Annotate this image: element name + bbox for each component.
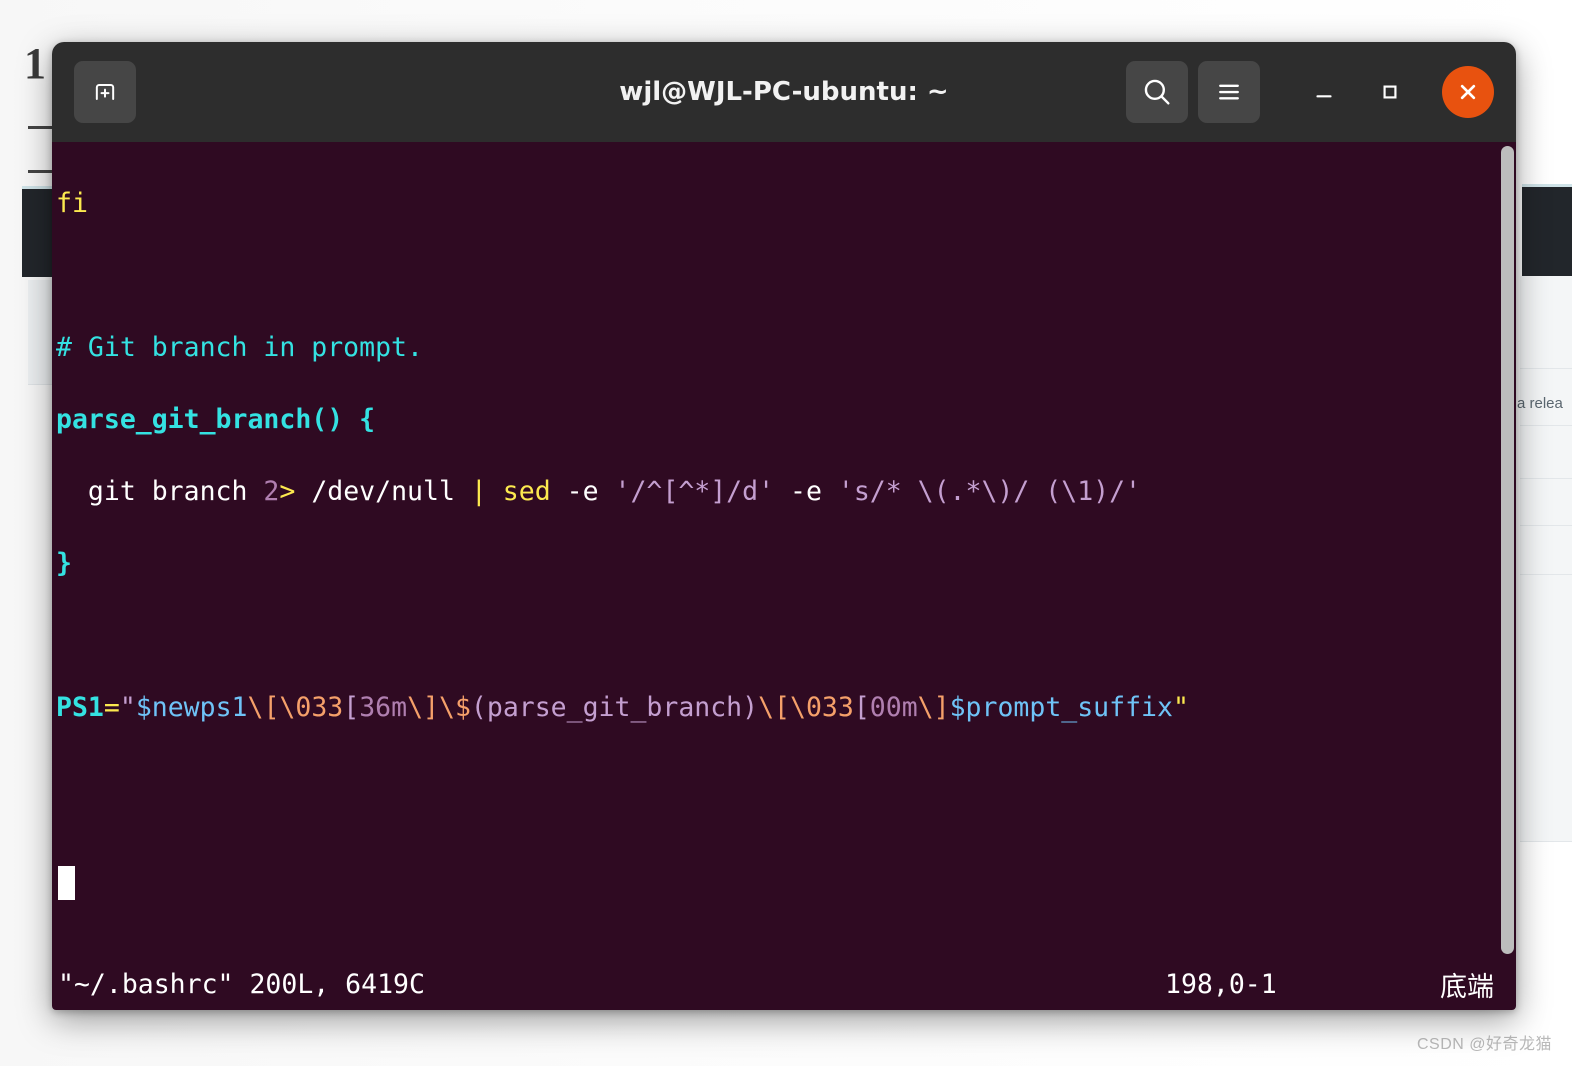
code-token: \[\033	[247, 692, 344, 723]
code-line: }	[56, 546, 1516, 582]
code-token: $newps1	[135, 692, 248, 723]
code-token: \[\033	[758, 692, 854, 723]
background-row	[1520, 426, 1572, 479]
status-cursor-position: 198,0-1	[1165, 968, 1277, 1000]
code-token: (parse_git_branch)	[470, 692, 759, 723]
code-line: fi	[56, 186, 1516, 222]
code-token: 00m	[869, 692, 918, 723]
code-token: \]	[917, 692, 950, 723]
code-token: $prompt_suffix	[949, 692, 1173, 723]
search-icon	[1144, 79, 1170, 105]
code-token: fi	[56, 188, 88, 219]
vim-status-line: "~/.bashrc" 200L, 6419C 198,0-1 底端	[52, 958, 1516, 1010]
code-token: \]\$	[407, 692, 471, 723]
code-token: [	[853, 692, 870, 723]
code-token: }	[56, 548, 72, 579]
status-scroll-indicator: 底端	[1440, 971, 1494, 1003]
maximize-button[interactable]	[1362, 64, 1418, 120]
code-token: 2	[263, 476, 280, 507]
minimize-icon	[1316, 95, 1332, 98]
code-token: "	[1172, 692, 1189, 723]
text-cursor	[58, 866, 75, 900]
close-icon	[1460, 84, 1476, 100]
background-heading-number: 1	[24, 39, 46, 88]
background-release-text: a relea	[1517, 395, 1563, 412]
code-token: sed	[502, 476, 551, 507]
window-controls	[1126, 61, 1494, 123]
minimize-button[interactable]	[1296, 64, 1352, 120]
background-dark-panel-right	[1522, 184, 1572, 279]
code-token: parse_git_branch() {	[56, 404, 376, 435]
hamburger-menu-icon	[1219, 84, 1239, 100]
background-table-rows-right	[1520, 276, 1572, 842]
background-row	[1520, 479, 1572, 526]
code-line: PS1="$newps1\[\033[36m\]\$(parse_git_bra…	[56, 690, 1516, 726]
status-filename: "~/.bashrc" 200L, 6419C	[58, 968, 425, 1000]
terminal-scrollbar[interactable]	[1499, 142, 1516, 958]
code-token: 's/* \(.*\)/ (\1)/'	[837, 476, 1142, 507]
background-row	[1520, 575, 1572, 842]
csdn-watermark: CSDN @好奇龙猫	[1416, 1036, 1552, 1053]
code-token: '/^[^*]/d'	[614, 476, 775, 507]
code-token: 36m	[359, 692, 408, 723]
terminal-window: wjl@WJL-PC-ubuntu: ~ fi # Git branch in …	[52, 42, 1516, 1010]
code-token: |	[470, 476, 487, 507]
maximize-icon	[1383, 85, 1397, 99]
code-token: -e	[550, 476, 615, 507]
code-token: git branch	[56, 476, 264, 507]
background-row	[1520, 526, 1572, 575]
close-button[interactable]	[1442, 66, 1494, 118]
code-line: git branch 2> /dev/null | sed -e '/^[^*]…	[56, 474, 1516, 510]
code-line: parse_git_branch() {	[56, 402, 1516, 438]
search-button[interactable]	[1126, 61, 1188, 123]
code-token: # Git branch in prompt.	[56, 332, 423, 363]
terminal-content-area[interactable]: fi # Git branch in prompt. parse_git_bra…	[52, 142, 1516, 958]
code-token: PS1	[56, 692, 104, 723]
window-titlebar: wjl@WJL-PC-ubuntu: ~	[52, 42, 1516, 142]
new-tab-icon	[95, 84, 115, 100]
code-token: >	[279, 476, 296, 507]
code-token: -e	[774, 476, 838, 507]
code-line: # Git branch in prompt.	[56, 330, 1516, 366]
scrollbar-thumb[interactable]	[1501, 146, 1514, 954]
code-token: /dev/null	[295, 476, 471, 507]
menu-button[interactable]	[1198, 61, 1260, 123]
background-row	[1520, 276, 1572, 369]
code-token: "	[119, 692, 136, 723]
vim-editor-text: fi # Git branch in prompt. parse_git_bra…	[52, 142, 1516, 958]
code-token: [	[343, 692, 360, 723]
new-tab-button[interactable]	[74, 61, 136, 123]
code-token: =	[103, 692, 120, 723]
